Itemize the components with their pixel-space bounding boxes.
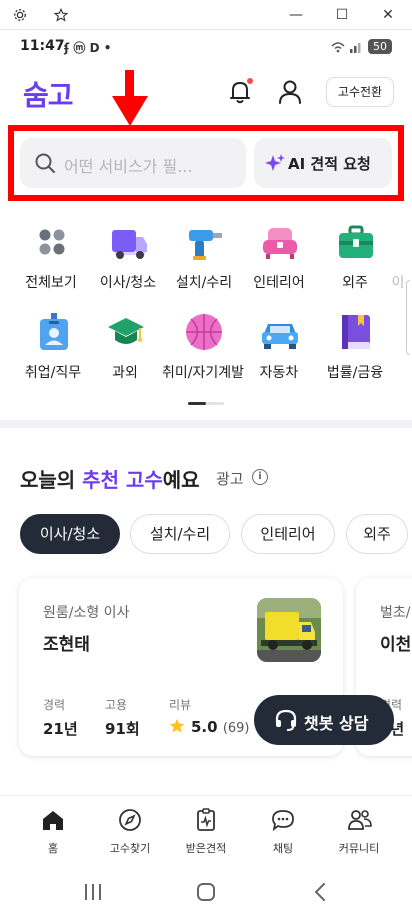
- category-legal-finance[interactable]: 법률/금융: [316, 298, 394, 381]
- quote-doc-icon: [197, 808, 215, 831]
- bottom-navigation: 홈 고수찾기 받은견적 채팅 커뮤니티: [0, 795, 412, 860]
- chip-outsourcing[interactable]: 외주: [346, 514, 408, 554]
- ad-label: 광고: [216, 470, 244, 488]
- rating-value: 5.0 (69): [191, 718, 250, 736]
- truck-icon: [112, 230, 147, 259]
- category-label: 설치/수리: [175, 275, 233, 291]
- nav-label: 채팅: [272, 842, 294, 855]
- career-label: 경력: [43, 698, 66, 712]
- back-icon[interactable]: [312, 882, 328, 902]
- hire-label: 고용: [105, 698, 128, 712]
- switch-to-pro-button[interactable]: 고수전환: [326, 77, 394, 107]
- pro-service-type: 벌초/: [380, 605, 411, 621]
- close-button[interactable]: ✕: [378, 5, 398, 25]
- drill-icon: [189, 230, 222, 260]
- minimize-button[interactable]: —: [286, 5, 306, 25]
- category-job[interactable]: 취업/직무: [14, 298, 92, 381]
- category-label: 자동차: [259, 365, 299, 381]
- notification-dot: [247, 78, 253, 84]
- category-label: 인테리어: [253, 275, 305, 291]
- category-label: 법률/금융: [326, 365, 384, 381]
- category-label: 전체보기: [25, 275, 77, 291]
- section-title: 오늘의 추천 고수예요: [20, 468, 200, 492]
- chip-install-repair[interactable]: 설치/수리: [130, 514, 230, 554]
- compass-icon: [119, 809, 141, 831]
- star-rating-icon: [169, 718, 185, 733]
- window-titlebar: — ☐ ✕: [0, 0, 412, 30]
- pro-name: 조현태: [43, 635, 90, 655]
- nav-home[interactable]: 홈: [15, 796, 91, 861]
- category-all[interactable]: 전체보기: [12, 208, 90, 291]
- recent-apps-icon[interactable]: [82, 882, 104, 902]
- nav-received-quotes[interactable]: 받은견적: [168, 796, 244, 861]
- chip-moving-cleaning[interactable]: 이사/청소: [20, 514, 120, 554]
- pro-photo: [257, 598, 321, 662]
- nav-community[interactable]: 커뮤니티: [321, 796, 397, 861]
- notification-bell-icon[interactable]: [226, 78, 254, 106]
- pro-service-type: 원룸/소형 이사: [43, 605, 130, 621]
- category-label: 이사/청소: [99, 275, 157, 291]
- scroll-handle[interactable]: [406, 280, 410, 355]
- star-icon[interactable]: [51, 5, 71, 25]
- chatbot-button[interactable]: 챗봇 상담: [254, 695, 394, 745]
- category-car[interactable]: 자동차: [240, 298, 318, 381]
- highlight-box: [8, 125, 404, 201]
- nav-chat[interactable]: 채팅: [245, 796, 321, 861]
- info-icon[interactable]: i: [252, 469, 268, 485]
- pro-name: 이천: [380, 635, 412, 655]
- community-icon: [348, 810, 372, 830]
- chat-icon: [272, 810, 294, 832]
- ball-icon: [186, 314, 222, 350]
- graduation-cap-icon: [108, 318, 144, 344]
- category-label: 취미/자기계발: [162, 365, 244, 381]
- home-icon: [43, 811, 63, 830]
- category-grid: 전체보기 이사/청소 설치/수리 인테리어 외주 이 취업/직무 과외 취미/자…: [0, 202, 412, 420]
- signal-icon: [331, 42, 361, 53]
- nav-find-pro[interactable]: 고수찾기: [92, 796, 168, 861]
- chatbot-label: 챗봇 상담: [304, 714, 369, 733]
- category-label: 과외: [112, 365, 138, 381]
- category-tutoring[interactable]: 과외: [86, 298, 164, 381]
- status-indicators: ʄ ⓜ D •: [64, 41, 112, 55]
- badge-icon: [40, 313, 68, 350]
- category-install-repair[interactable]: 설치/수리: [165, 208, 243, 291]
- career-value: 21년: [43, 720, 78, 738]
- headset-icon: [275, 709, 297, 731]
- car-icon: [262, 324, 298, 349]
- nav-label: 커뮤니티: [338, 842, 380, 855]
- hire-value: 91회: [105, 720, 140, 738]
- book-icon: [342, 315, 370, 349]
- status-bar: 11:47 ʄ ⓜ D • 50: [0, 30, 412, 64]
- battery-indicator: 50: [368, 39, 392, 54]
- sofa-icon: [263, 228, 297, 259]
- system-navigation: [0, 860, 412, 918]
- nav-label: 고수찾기: [109, 842, 151, 855]
- category-hobby[interactable]: 취미/자기계발: [162, 298, 244, 381]
- app-root: — ☐ ✕ 11:47 ʄ ⓜ D • 50 숨고 고수전환 어떤 서비스가 필…: [0, 0, 412, 918]
- gear-icon[interactable]: [10, 5, 30, 25]
- home-button-icon[interactable]: [196, 882, 216, 902]
- category-partial[interactable]: 이: [378, 208, 412, 291]
- grid-dots-icon: [39, 229, 65, 255]
- profile-icon[interactable]: [276, 78, 304, 106]
- briefcase-icon: [339, 225, 373, 258]
- status-time: 11:47: [20, 38, 65, 54]
- chip-interior[interactable]: 인테리어: [241, 514, 335, 554]
- nav-label: 홈: [47, 842, 59, 855]
- app-logo[interactable]: 숨고: [23, 74, 74, 114]
- category-label: 취업/직무: [24, 365, 82, 381]
- pointer-arrow-icon: [112, 70, 148, 126]
- maximize-button[interactable]: ☐: [332, 5, 352, 25]
- app-header: 숨고 고수전환: [0, 64, 412, 122]
- nav-label: 받은견적: [185, 842, 227, 855]
- category-interior[interactable]: 인테리어: [240, 208, 318, 291]
- category-moving-cleaning[interactable]: 이사/청소: [89, 208, 167, 291]
- category-pager: [188, 402, 224, 405]
- review-label: 리뷰: [169, 698, 192, 712]
